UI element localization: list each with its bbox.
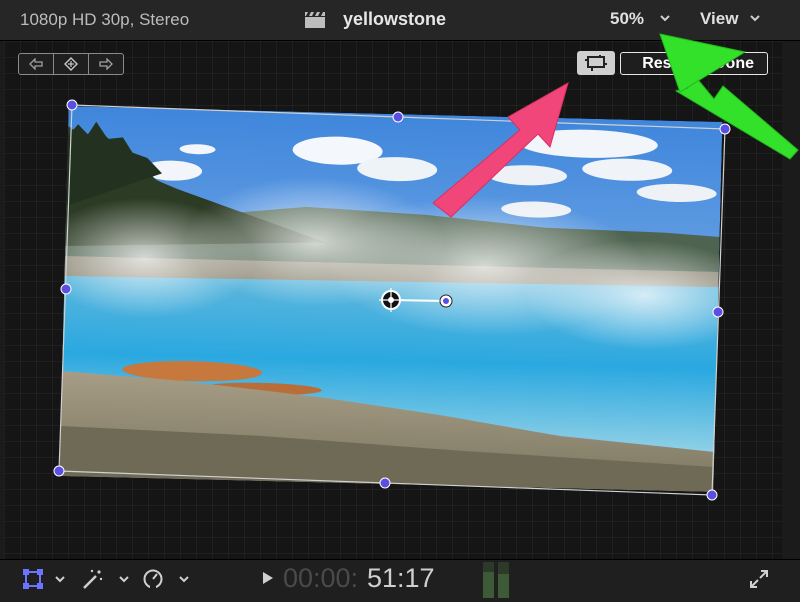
chevron-down-icon[interactable] bbox=[118, 573, 130, 585]
transform-icon[interactable] bbox=[22, 568, 44, 590]
fullscreen-icon[interactable] bbox=[749, 569, 769, 589]
magic-wand-icon[interactable] bbox=[80, 568, 104, 590]
audio-meters bbox=[483, 562, 509, 598]
timecode-leading: 00:00: bbox=[283, 563, 359, 593]
chevron-down-icon[interactable] bbox=[54, 573, 66, 585]
timecode-current: 51:17 bbox=[367, 563, 435, 593]
rotation-handle[interactable] bbox=[0, 0, 800, 601]
play-icon[interactable] bbox=[262, 571, 274, 585]
chevron-down-icon[interactable] bbox=[178, 573, 190, 585]
speedometer-icon[interactable] bbox=[142, 568, 164, 590]
